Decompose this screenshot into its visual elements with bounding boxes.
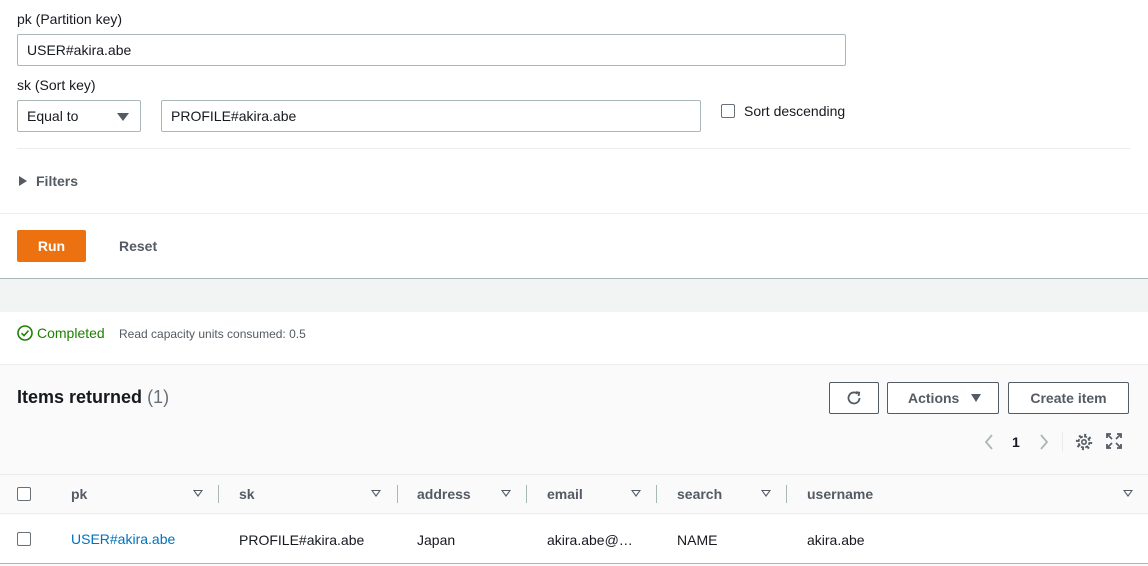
column-separator[interactable] bbox=[656, 485, 657, 503]
partition-key-input[interactable]: USER#akira.abe bbox=[17, 34, 846, 66]
pagination-separator bbox=[1062, 432, 1063, 452]
sort-icon[interactable] bbox=[1123, 490, 1133, 497]
status-detail: Read capacity units consumed: 0.5 bbox=[119, 327, 306, 341]
sort-icon[interactable] bbox=[761, 490, 771, 497]
refresh-button[interactable] bbox=[829, 382, 879, 414]
sort-icon[interactable] bbox=[193, 490, 203, 497]
divider bbox=[0, 213, 1148, 214]
row-select-checkbox[interactable] bbox=[17, 532, 31, 546]
run-button[interactable]: Run bbox=[17, 230, 86, 262]
status-indicator: Completed Read capacity units consumed: … bbox=[17, 325, 317, 343]
cell-address: Japan bbox=[417, 532, 456, 548]
caret-down-icon bbox=[971, 394, 981, 402]
column-header-address[interactable]: address bbox=[417, 486, 471, 502]
sort-key-input[interactable]: PROFILE#akira.abe bbox=[161, 100, 701, 132]
cell-search: NAME bbox=[677, 532, 718, 548]
create-item-button[interactable]: Create item bbox=[1008, 382, 1129, 414]
sort-icon[interactable] bbox=[501, 490, 511, 497]
divider bbox=[17, 148, 1130, 149]
column-header-pk[interactable]: pk bbox=[71, 486, 87, 502]
caret-right-icon bbox=[19, 176, 27, 186]
filters-label: Filters bbox=[36, 173, 79, 189]
cell-sk: PROFILE#akira.abe bbox=[239, 532, 365, 548]
page-number[interactable]: 1 bbox=[1012, 434, 1020, 450]
column-header-username[interactable]: username bbox=[807, 486, 873, 502]
select-all-checkbox[interactable] bbox=[17, 487, 31, 501]
reset-button[interactable]: Reset bbox=[119, 238, 157, 254]
cell-pk-link[interactable]: USER#akira.abe bbox=[71, 531, 175, 547]
fullscreen-icon[interactable] bbox=[1106, 433, 1122, 449]
column-separator[interactable] bbox=[397, 485, 398, 503]
sort-key-operator-value: Equal to bbox=[27, 108, 79, 124]
pk-label: pk (Partition key) bbox=[17, 11, 123, 27]
status-state: Completed bbox=[37, 325, 105, 341]
refresh-icon bbox=[847, 391, 861, 405]
caret-down-icon bbox=[117, 113, 129, 121]
filters-toggle[interactable]: Filters bbox=[17, 172, 97, 190]
actions-button[interactable]: Actions bbox=[887, 382, 999, 414]
column-header-search[interactable]: search bbox=[677, 486, 722, 502]
sort-descending-label: Sort descending bbox=[744, 103, 846, 119]
sort-icon[interactable] bbox=[371, 490, 381, 497]
results-title-text: Items returned bbox=[17, 387, 143, 407]
results-count: (1) bbox=[147, 387, 170, 407]
column-header-sk[interactable]: sk bbox=[239, 486, 255, 502]
sk-label: sk (Sort key) bbox=[17, 77, 96, 93]
column-header-email[interactable]: email bbox=[547, 486, 583, 502]
section-separator bbox=[0, 278, 1148, 312]
column-separator[interactable] bbox=[786, 485, 787, 503]
cell-email: akira.abe@… bbox=[547, 532, 633, 548]
chevron-right-icon[interactable] bbox=[1038, 433, 1050, 451]
check-circle-icon bbox=[17, 325, 33, 341]
gear-icon[interactable] bbox=[1075, 433, 1093, 451]
column-separator[interactable] bbox=[526, 485, 527, 503]
sort-icon[interactable] bbox=[631, 490, 641, 497]
chevron-left-icon[interactable] bbox=[983, 433, 995, 451]
cell-username: akira.abe bbox=[807, 532, 865, 548]
sort-descending-checkbox[interactable] bbox=[721, 104, 735, 118]
actions-label: Actions bbox=[908, 390, 960, 406]
sort-key-operator-select[interactable]: Equal to bbox=[17, 100, 141, 132]
column-separator[interactable] bbox=[218, 485, 219, 503]
results-title: Items returned (1) bbox=[17, 387, 169, 408]
